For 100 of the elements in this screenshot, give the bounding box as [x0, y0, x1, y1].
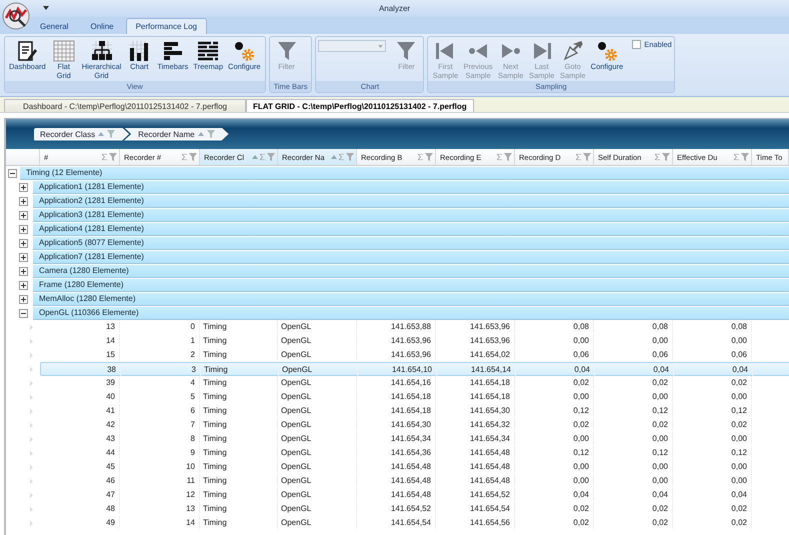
- table-cell: 141.653,96: [436, 334, 515, 347]
- table-cell: 0,02: [594, 418, 673, 431]
- table-row[interactable]: 44 9 Timing OpenGL 141.654,36 141.654,48 0,12 0,12 0,12: [40, 446, 789, 460]
- table-cell: Timing: [200, 516, 278, 529]
- table-cell: 0,00: [515, 460, 594, 473]
- group-row[interactable]: Application1 (1281 Elemente): [33, 180, 789, 194]
- row-indicator-icon: [30, 506, 33, 512]
- table-cell: 0,00: [515, 474, 594, 487]
- table-cell: 0,04: [674, 363, 753, 376]
- table-cell: 39: [40, 376, 120, 389]
- table-cell: 0,06: [673, 348, 752, 361]
- group-row[interactable]: OpenGL (110366 Elemente): [33, 306, 789, 320]
- table-cell: 0,12: [515, 446, 594, 459]
- table-row[interactable]: 43 8 Timing OpenGL 141.654,34 141.654,34 0,00 0,00 0,00: [40, 432, 789, 446]
- table-cell: 0,00: [515, 432, 594, 445]
- ribbon-tab[interactable]: General: [30, 18, 78, 34]
- document-tab[interactable]: FLAT GRID - C:\temp\Perflog\20110125131402 - 7.perflog: [246, 99, 474, 112]
- table-cell: 14: [120, 516, 200, 529]
- table-cell: 0,04: [595, 363, 674, 376]
- row-indicator-icon: [30, 366, 33, 372]
- table-row[interactable]: 45 10 Timing OpenGL 141.654,48 141.654,48 0,00 0,00 0,00: [40, 460, 789, 474]
- document-tab[interactable]: Dashboard - C:\temp\Perflog\20110125131402 - 7.perflog: [4, 99, 246, 112]
- ribbon-tab[interactable]: Performance Log: [126, 18, 207, 34]
- table-cell: 13: [40, 320, 120, 333]
- table-row[interactable]: 47 12 Timing OpenGL 141.654,48 141.654,52 0,04 0,04 0,04: [40, 488, 789, 502]
- table-row[interactable]: 14 1 Timing OpenGL 141.653,96 141.653,96 0,00 0,00 0,00: [40, 334, 789, 348]
- group-row[interactable]: Timing (12 Elemente): [20, 166, 789, 180]
- table-cell: 141.653,96: [436, 320, 515, 333]
- expand-icon[interactable]: [19, 210, 28, 220]
- group-row[interactable]: Application5 (8077 Elemente): [33, 236, 789, 250]
- filter-icon: [267, 153, 275, 161]
- table-row[interactable]: 41 6 Timing OpenGL 141.654,18 141.654,30 0,12 0,12 0,12: [40, 404, 789, 418]
- table-row[interactable]: 42 7 Timing OpenGL 141.654,30 141.654,32 0,02 0,02 0,02: [40, 418, 789, 432]
- table-row[interactable]: 49 14 Timing OpenGL 141.654,54 141.654,56 0,02 0,02 0,02: [40, 516, 789, 530]
- filter-icon: [504, 153, 512, 161]
- table-cell: 0,00: [594, 474, 673, 487]
- row-indicator-icon: [30, 436, 33, 442]
- table-cell: 141.654,18: [436, 376, 515, 389]
- table-cell: 141.654,48: [357, 474, 436, 487]
- table-cell: 11: [120, 474, 200, 487]
- table-cell: 0,04: [516, 363, 595, 376]
- table-row[interactable]: 46 11 Timing OpenGL 141.654,48 141.654,48 0,00 0,00 0,00: [40, 474, 789, 488]
- table-row[interactable]: 13 0 Timing OpenGL 141.653,88 141.653,96 0,08 0,08 0,08: [40, 320, 789, 334]
- filter-icon: [741, 153, 749, 161]
- table-cell: OpenGL: [278, 404, 357, 417]
- table-cell: 14: [40, 334, 120, 347]
- table-cell: 15: [40, 348, 120, 361]
- row-indicator-icon: [30, 422, 33, 428]
- bar-chart-icon: [127, 40, 152, 62]
- table-cell: 0,02: [673, 502, 752, 515]
- ribbon-tab[interactable]: Online: [80, 18, 124, 34]
- table-cell: 141.653,88: [357, 320, 436, 333]
- group-row[interactable]: Application2 (1281 Elemente): [33, 194, 789, 208]
- group-row[interactable]: Camera (1280 Elemente): [33, 264, 789, 278]
- table-cell: 13: [120, 502, 200, 515]
- collapse-icon[interactable]: [19, 308, 28, 318]
- table-row[interactable]: 48 13 Timing OpenGL 141.654,52 141.654,54 0,02 0,02 0,02: [40, 502, 789, 516]
- expand-icon[interactable]: [19, 266, 28, 276]
- expand-icon[interactable]: [19, 294, 28, 304]
- table-cell: 0,00: [673, 390, 752, 403]
- table-cell: OpenGL: [278, 502, 357, 515]
- table-cell: 0,00: [673, 460, 752, 473]
- filter-icon: [189, 153, 197, 161]
- table-cell: 5: [120, 390, 200, 403]
- grid-icon: [52, 40, 76, 62]
- table-cell: 0,12: [594, 446, 673, 459]
- table-cell: 6: [120, 404, 200, 417]
- group-chip[interactable]: Recorder Name: [124, 128, 229, 140]
- collapse-icon[interactable]: [8, 168, 17, 178]
- table-cell: 0,08: [515, 320, 594, 333]
- group-row[interactable]: Application4 (1281 Elemente): [33, 222, 789, 236]
- table-row[interactable]: 38 3 Timing OpenGL 141.654,10 141.654,14 0,04 0,04 0,04: [40, 362, 789, 376]
- table-cell: OpenGL: [278, 446, 357, 459]
- group-row[interactable]: Application3 (1281 Elemente): [33, 208, 789, 222]
- expand-icon[interactable]: [19, 280, 28, 290]
- group-row[interactable]: MemAlloc (1280 Elemente): [33, 292, 789, 306]
- table-cell: 47: [40, 488, 120, 501]
- group-row[interactable]: Frame (1280 Elemente): [33, 278, 789, 292]
- table-cell: 0,02: [673, 516, 752, 529]
- table-cell: 141.654,36: [357, 446, 436, 459]
- expand-icon[interactable]: [19, 252, 28, 262]
- caret-icon[interactable]: [43, 6, 49, 10]
- expand-icon[interactable]: [19, 224, 28, 234]
- group-chip[interactable]: Recorder Class: [34, 128, 130, 140]
- group-row[interactable]: Application7 (1281 Elemente): [33, 250, 789, 264]
- table-cell: 46: [40, 474, 120, 487]
- table-row[interactable]: 15 2 Timing OpenGL 141.653,96 141.654,02 0,06 0,06 0,06: [40, 348, 789, 362]
- expand-icon[interactable]: [19, 196, 28, 206]
- table-cell: 141.654,48: [436, 446, 515, 459]
- table-cell: 0: [120, 320, 200, 333]
- row-indicator-icon: [30, 478, 33, 484]
- table-row[interactable]: 39 4 Timing OpenGL 141.654,16 141.654,18 0,02 0,02 0,02: [40, 376, 789, 390]
- table-cell: 41: [40, 404, 120, 417]
- table-cell: 0,00: [594, 390, 673, 403]
- filter-icon: [583, 153, 591, 161]
- expand-icon[interactable]: [19, 182, 28, 192]
- table-row[interactable]: 40 5 Timing OpenGL 141.654,18 141.654,18 0,00 0,00 0,00: [40, 390, 789, 404]
- table-cell: 0,02: [594, 502, 673, 515]
- table-cell: 43: [40, 432, 120, 445]
- expand-icon[interactable]: [19, 238, 28, 248]
